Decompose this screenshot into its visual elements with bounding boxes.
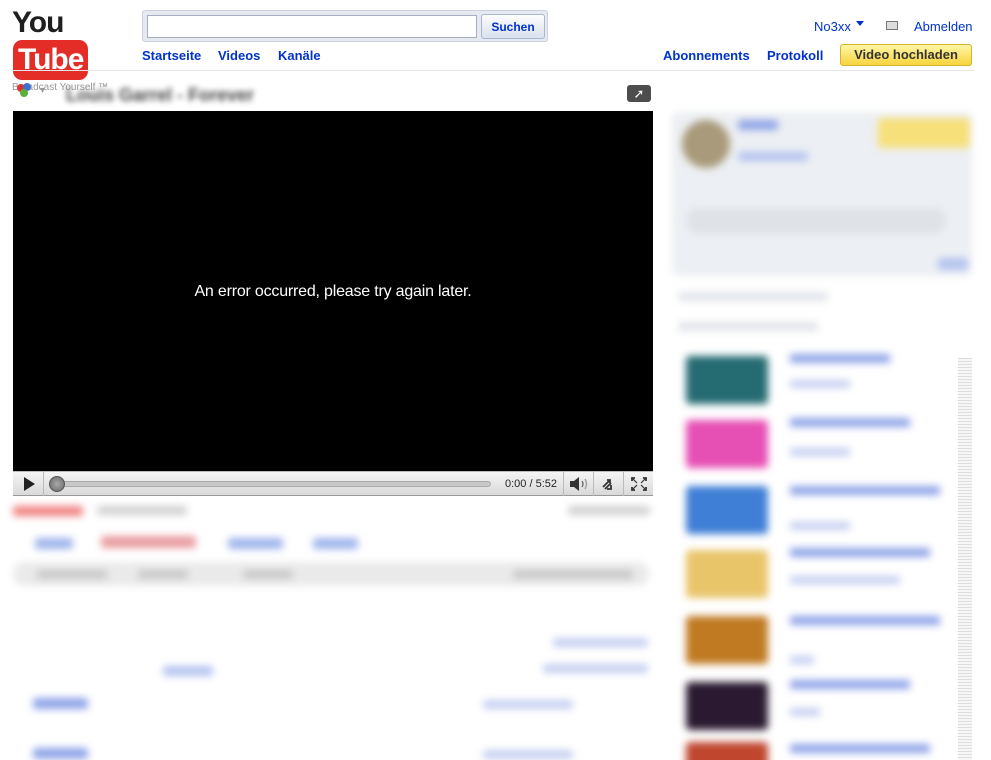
related-video-thumbnail[interactable] xyxy=(686,742,768,760)
error-message: An error occurred, please try again late… xyxy=(194,283,472,300)
related-video-meta xyxy=(790,380,850,388)
related-video-thumbnail[interactable] xyxy=(686,356,768,404)
header-divider xyxy=(12,70,974,71)
volume-button[interactable] xyxy=(563,472,591,496)
chevron-down-icon[interactable]: ▾ xyxy=(40,85,45,96)
blurred-text xyxy=(678,292,828,301)
blurred-text xyxy=(686,208,946,234)
progress-scrubber[interactable] xyxy=(49,476,65,492)
progress-bar[interactable] xyxy=(58,481,491,487)
blurred-link[interactable] xyxy=(738,152,808,161)
search-button[interactable]: Suchen xyxy=(481,14,545,39)
blurred-link[interactable] xyxy=(163,666,213,676)
subscriptions-link[interactable]: Abonnements xyxy=(663,48,750,63)
youtube-logo[interactable]: YouTube Broadcast Yourself ™ xyxy=(12,6,124,93)
blurred-text xyxy=(678,322,818,331)
blurred-channel-link xyxy=(13,506,83,516)
user-menu[interactable]: No3xx xyxy=(814,19,851,34)
blurred-like-button[interactable] xyxy=(35,538,73,549)
video-info-section xyxy=(13,500,653,760)
related-video-meta xyxy=(790,708,820,716)
nav-home-link[interactable]: Startseite xyxy=(142,48,201,63)
related-video-thumbnail[interactable] xyxy=(686,550,768,598)
blurred-link[interactable] xyxy=(33,698,88,709)
search-input[interactable] xyxy=(147,15,477,38)
mail-icon[interactable] xyxy=(886,21,898,30)
volume-icon xyxy=(570,477,588,491)
video-player[interactable]: An error occurred, please try again late… xyxy=(13,111,653,471)
blurred-link[interactable] xyxy=(483,750,573,759)
related-video-meta xyxy=(790,522,850,530)
related-videos-column xyxy=(672,108,972,760)
share-icon[interactable] xyxy=(15,82,37,100)
logout-link[interactable]: Abmelden xyxy=(914,19,973,34)
player-controls: 0:00 / 5:52 xyxy=(13,471,653,496)
resize-button[interactable] xyxy=(593,472,623,496)
blurred-link[interactable] xyxy=(938,258,968,270)
time-display: 0:00 / 5:52 xyxy=(505,478,557,490)
related-video-title[interactable] xyxy=(790,354,890,363)
related-video-meta xyxy=(790,656,814,664)
blurred-link[interactable] xyxy=(553,638,648,647)
related-video-meta xyxy=(790,448,850,456)
related-video-title[interactable] xyxy=(790,680,910,689)
blurred-text xyxy=(513,570,633,579)
related-video-title[interactable] xyxy=(790,616,940,625)
related-video-thumbnail[interactable] xyxy=(686,420,768,468)
blurred-share-button[interactable] xyxy=(228,538,283,549)
related-video-title[interactable] xyxy=(790,548,930,557)
play-icon xyxy=(24,477,35,491)
history-link[interactable]: Protokoll xyxy=(767,48,823,63)
blurred-favorite-button[interactable] xyxy=(101,536,196,548)
related-video-title[interactable] xyxy=(790,486,940,495)
related-video-thumbnail[interactable] xyxy=(686,486,768,534)
blurred-text xyxy=(243,570,293,579)
resize-icon xyxy=(602,479,612,490)
logo-tube-text: Tube xyxy=(13,40,89,80)
blurred-text xyxy=(138,570,188,579)
play-button[interactable] xyxy=(13,472,44,496)
avatar[interactable] xyxy=(682,120,730,168)
upload-video-button[interactable]: Video hochladen xyxy=(840,44,972,66)
logo-you-text: You xyxy=(12,6,64,39)
chevron-down-icon[interactable] xyxy=(856,21,864,26)
blurred-link[interactable] xyxy=(483,700,573,709)
blurred-link[interactable] xyxy=(543,664,648,673)
blurred-link[interactable] xyxy=(33,748,88,759)
blurred-link[interactable] xyxy=(738,120,778,130)
blurred-text xyxy=(97,506,187,515)
search-bar: Suchen xyxy=(142,10,548,42)
video-title: Louis Garrel - Forever xyxy=(66,85,255,105)
blurred-view-count xyxy=(568,506,650,515)
popout-icon[interactable]: ➚ xyxy=(627,85,651,102)
blurred-subscribe-button[interactable] xyxy=(878,118,970,148)
scrollbar[interactable] xyxy=(958,358,972,760)
nav-videos-link[interactable]: Videos xyxy=(218,48,260,63)
related-video-meta xyxy=(790,576,900,584)
blurred-text xyxy=(37,570,107,579)
related-video-title[interactable] xyxy=(790,418,910,427)
related-video-thumbnail[interactable] xyxy=(686,682,768,730)
fullscreen-icon xyxy=(631,477,647,491)
blurred-playlist-button[interactable] xyxy=(313,538,358,549)
related-video-title[interactable] xyxy=(790,744,930,753)
nav-channels-link[interactable]: Kanäle xyxy=(278,48,321,63)
fullscreen-button[interactable] xyxy=(623,472,653,496)
related-video-thumbnail[interactable] xyxy=(686,616,768,664)
